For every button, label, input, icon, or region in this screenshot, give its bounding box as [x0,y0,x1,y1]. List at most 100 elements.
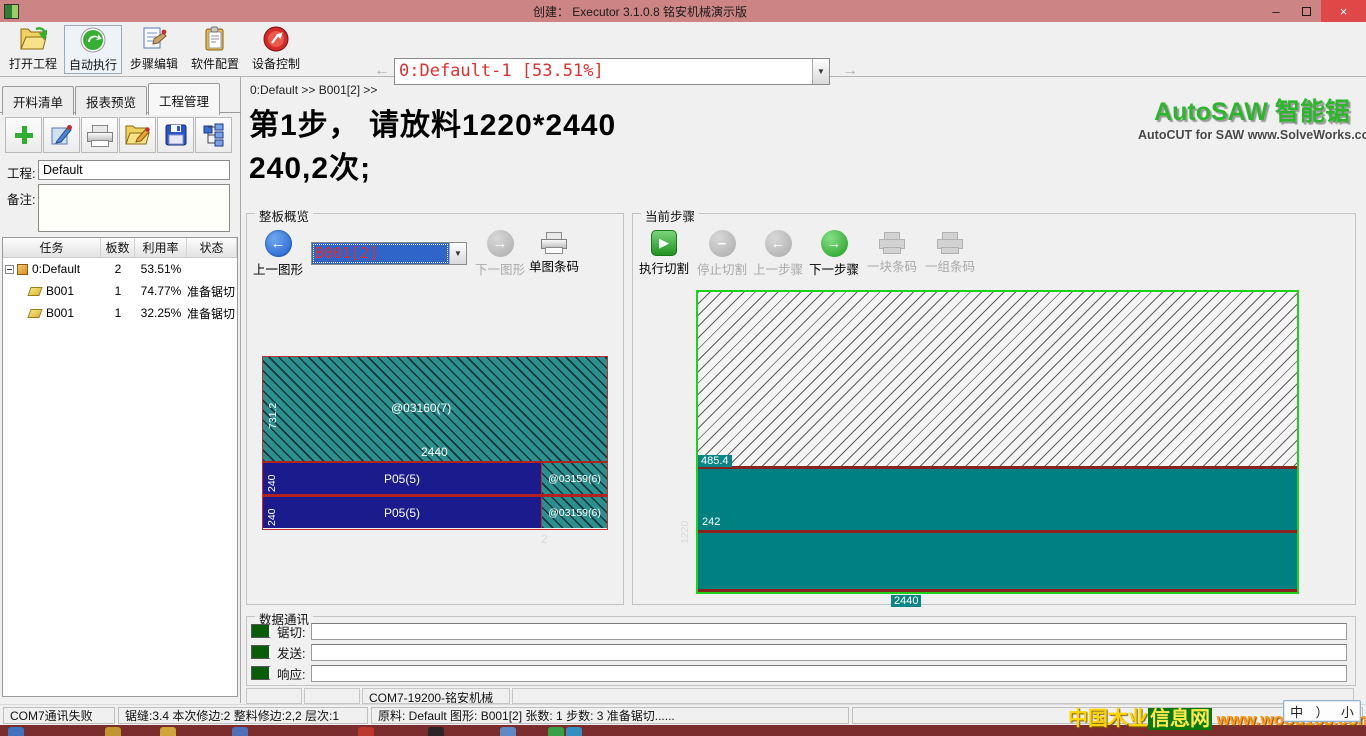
response-field[interactable] [311,665,1347,682]
window-title: 创建： Executor 3.1.0.8 铭安机械演示版 [19,3,1261,20]
software-config-label: 软件配置 [191,55,239,72]
header-status[interactable]: 状态 [187,238,237,257]
tab-cut-list[interactable]: 开料清单 [2,86,74,115]
tab-project-manage[interactable]: 工程管理 [148,83,220,115]
group-barcode-button[interactable]: 一组条码 [923,230,977,275]
saw-led-indicator [251,624,271,638]
instruction-line-2: 240,2次; [249,143,371,187]
task-boards: 1 [101,306,135,320]
breadcrumb: 0:Default >> B001[2] >> [250,83,377,97]
run-cut-button[interactable]: ▶ 执行切割 [637,230,691,277]
task-rate: 53.51% [135,262,187,276]
pattern-select-arrow[interactable]: ▼ [449,243,466,264]
watermark-part1: 中国木业 [1068,708,1148,730]
overview-group: 整板概览 ← 上一图形 B001[2] ▼ → 下一图形 单图条码 @03160… [246,213,624,605]
step-edit-button[interactable]: 步骤编辑 [125,25,183,74]
table-row[interactable]: 0:Default 2 53.51% [3,258,237,280]
start-button-icon[interactable] [8,727,24,736]
saw-field[interactable] [311,623,1347,640]
header-boards[interactable]: 板数 [101,238,135,257]
task-status: 准备锯切 [187,283,237,300]
taskbar-app-icon[interactable] [500,727,516,736]
stop-cut-button[interactable]: – 停止切割 [695,230,749,278]
main-toolbar: 打开工程 自动执行 步骤编辑 软件配置 设备控制 ← 0:Default-1 [… [0,22,1366,77]
edit-button[interactable] [43,117,80,153]
open-edit-button[interactable] [119,117,156,153]
software-config-icon [201,25,229,53]
plus-icon [13,124,35,146]
board-width-label: 2440 [891,595,921,607]
pattern-combobox-value: 0:Default-1 [53.51%] [395,59,812,84]
single-barcode-printer-icon [541,232,567,254]
pattern-combobox[interactable]: 0:Default-1 [53.51%] ▼ [394,58,830,85]
current-step-diagram[interactable]: 485.4 242 [696,290,1299,594]
pattern-overview-diagram[interactable]: @03160(7) 731.2 2440 P05(5) 240 @03159(6… [262,356,608,530]
taskbar-app-icon[interactable] [428,727,444,736]
save-button[interactable] [157,117,194,153]
collapse-icon[interactable] [5,265,14,274]
ime-shape-icon[interactable]: ） [1315,702,1328,721]
board-height-label: 1220 [679,521,691,544]
status-segment [304,688,360,704]
watermark-part2: 信息网 [1148,708,1212,730]
header-task[interactable]: 任务 [3,238,101,257]
current-step-group: 当前步骤 ▶ 执行切割 – 停止切割 ← 上一步骤 → 下一步骤 一块条码 一组… [632,213,1356,605]
pattern-prev-icon[interactable]: ← [374,62,390,80]
ime-bar[interactable]: 中 ） 小 [1283,700,1361,722]
run-cut-icon: ▶ [651,230,677,256]
title-bar: 创建： Executor 3.1.0.8 铭安机械演示版 – × [0,0,1366,22]
taskbar-app-icon[interactable] [160,727,176,736]
offcut-region-label: @03160(7) [391,401,451,415]
pattern-select[interactable]: B001[2] ▼ [311,242,467,265]
table-row[interactable]: B001 1 32.25% 准备锯切 [3,302,237,324]
cut-line [698,589,1297,592]
close-button[interactable]: × [1321,0,1366,22]
auto-run-button[interactable]: 自动执行 [64,25,122,74]
single-barcode-button[interactable]: 单图条码 [527,230,581,275]
pattern-next-icon[interactable]: → [842,62,858,80]
add-button[interactable] [5,117,42,153]
software-config-button[interactable]: 软件配置 [186,25,244,74]
restore-button[interactable] [1291,0,1321,22]
open-project-button[interactable]: 打开工程 [4,25,62,74]
taskbar-app-icon[interactable] [105,727,121,736]
project-input[interactable] [38,160,230,180]
tree-button[interactable] [195,117,232,153]
next-step-button[interactable]: → 下一步骤 [807,230,861,278]
task-rate: 74.77% [135,284,187,298]
taskbar-app-icon[interactable] [548,727,564,736]
cut-line [698,530,1297,533]
print-button[interactable] [81,117,118,153]
auto-run-label: 自动执行 [69,56,117,73]
taskbar-app-icon[interactable] [358,727,374,736]
note-textarea[interactable] [38,184,230,232]
open-project-icon [19,25,47,53]
taskbar-app-icon[interactable] [566,727,582,736]
pattern-combobox-arrow[interactable]: ▼ [812,59,829,84]
taskbar-app-icon[interactable] [232,727,248,736]
header-rate[interactable]: 利用率 [135,238,187,257]
block-barcode-button[interactable]: 一块条码 [865,230,919,275]
strip-count-note: 2 [541,532,548,546]
project-toolbar [5,117,233,153]
table-row[interactable]: B001 1 74.77% 准备锯切 [3,280,237,302]
task-table-header: 任务 板数 利用率 状态 [3,238,237,258]
part-label: P05(5) [384,506,420,520]
task-rate: 32.25% [135,306,187,320]
task-name: 0:Default [32,262,80,276]
instruction-line-1: 第1步， 请放料1220*2440 [249,100,616,144]
device-control-button[interactable]: 设备控制 [247,25,305,74]
prev-step-button[interactable]: ← 上一步骤 [751,230,805,278]
project-label: 工程: [7,163,35,182]
next-pattern-button[interactable]: → 下一图形 [473,230,527,278]
tab-report-preview[interactable]: 报表预览 [75,86,147,115]
ime-lang-icon[interactable]: 中 [1290,702,1303,721]
strip-height-label: 242 [702,516,720,528]
prev-pattern-button[interactable]: ← 上一图形 [251,230,305,278]
logo-title: AutoSAW 智能锯 [1138,92,1366,128]
minimize-button[interactable]: – [1261,0,1291,22]
send-field[interactable] [311,644,1347,661]
brand-logo: AutoSAW 智能锯 AutoCUT for SAW www.SolveWor… [1138,92,1366,142]
ime-tool-icon[interactable]: 小 [1341,702,1354,721]
pencil-icon [50,123,74,147]
